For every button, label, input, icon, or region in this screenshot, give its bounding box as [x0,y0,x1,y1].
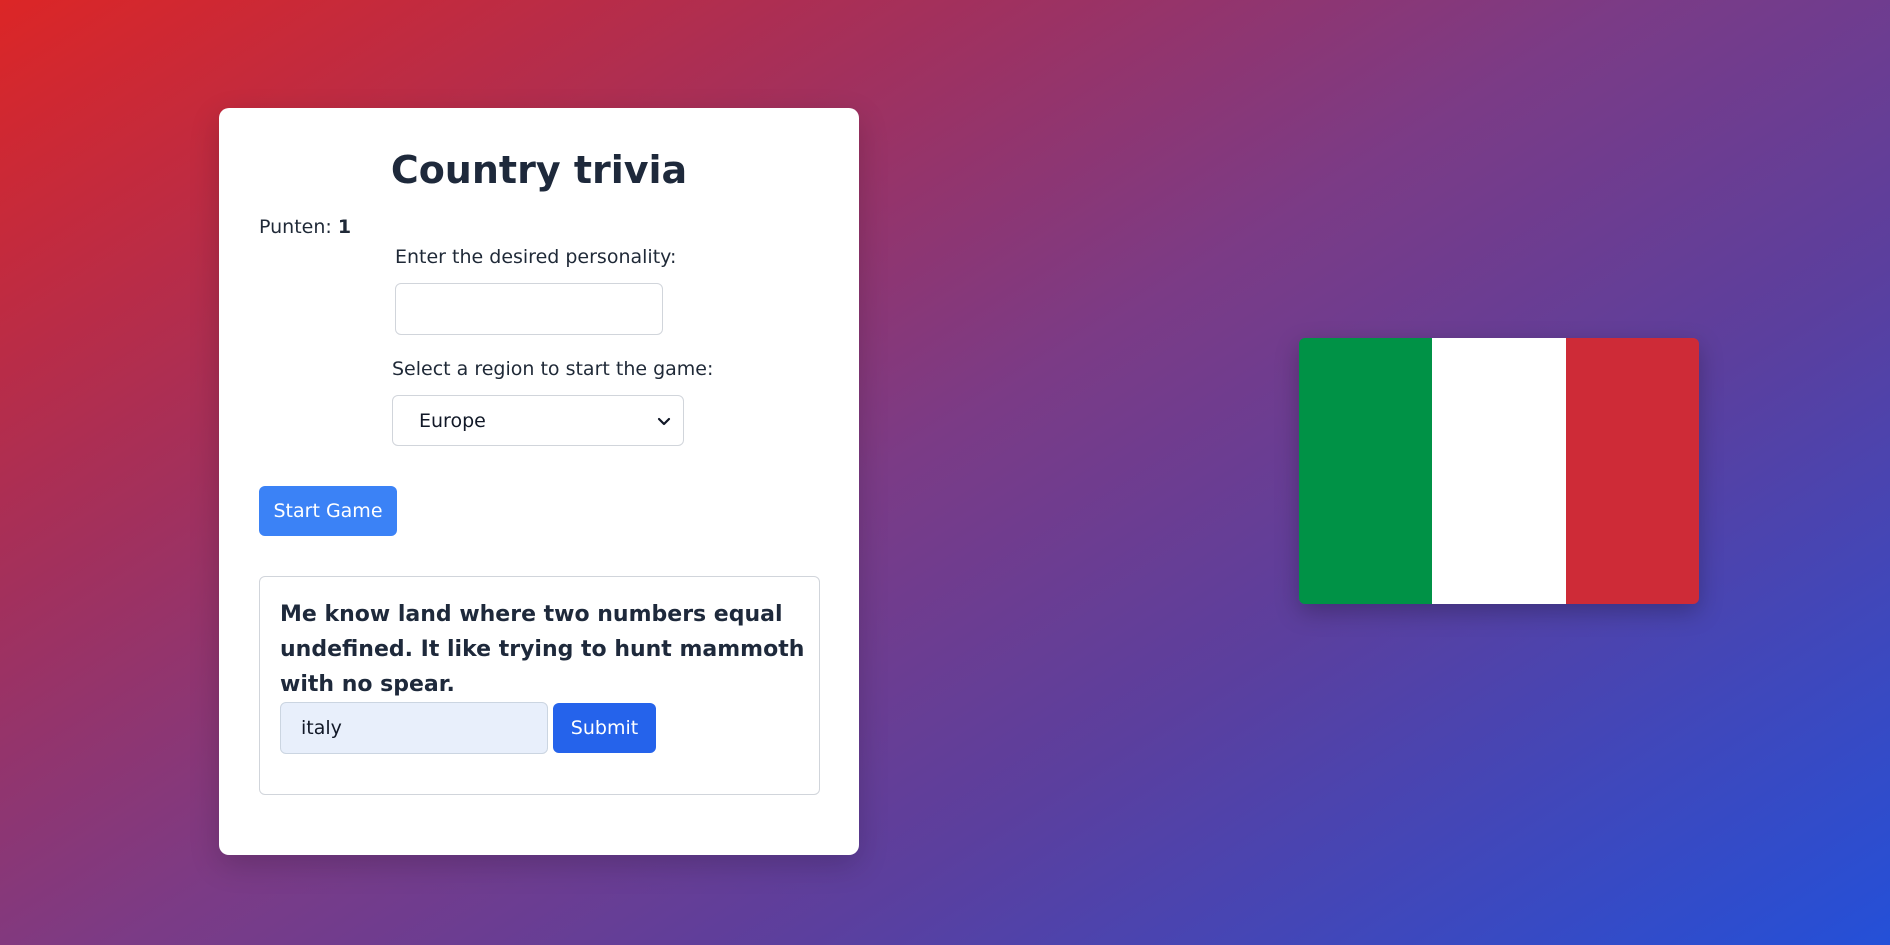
personality-label: Enter the desired personality: [395,246,677,268]
start-game-button[interactable]: Start Game [259,486,397,536]
personality-input[interactable] [395,283,663,335]
trivia-card: Country trivia Punten: 1 Enter the desir… [219,108,859,855]
country-flag-image [1299,338,1699,604]
score-label: Punten: [259,216,332,238]
page-title: Country trivia [390,148,688,192]
region-select-value: Europe [419,409,486,432]
question-panel: Me know land where two numbers equal und… [259,576,820,795]
region-select[interactable]: Europe [392,395,684,446]
score-value: 1 [337,216,352,238]
flag-stripe-red [1565,338,1699,604]
answer-input[interactable] [280,702,548,754]
question-text: Me know land where two numbers equal und… [280,602,805,697]
flag-stripe-white [1432,338,1566,604]
chevron-down-icon [657,414,671,428]
score-display: Punten: 1 [259,216,351,238]
region-label: Select a region to start the game: [392,358,714,380]
flag-stripe-green [1299,338,1433,604]
submit-button[interactable]: Submit [553,703,656,753]
